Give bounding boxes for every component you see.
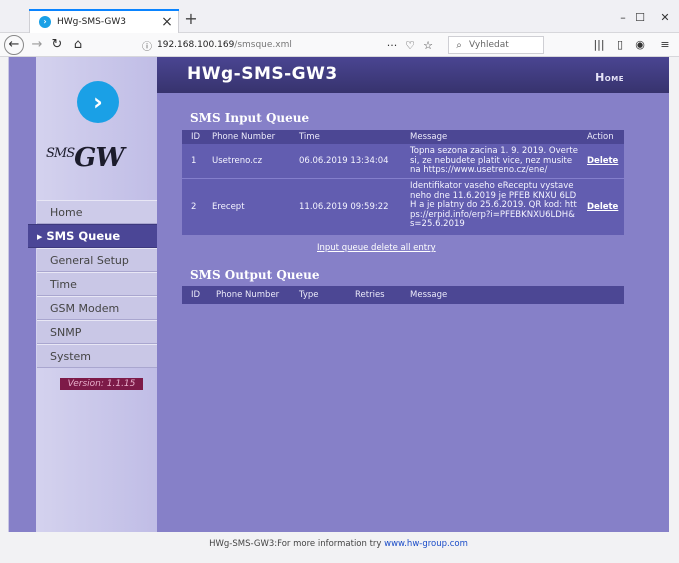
new-tab-button[interactable]: +	[181, 10, 201, 30]
sidebar-item-sms-queue[interactable]: ▶ SMS Queue	[28, 224, 157, 248]
forward-icon[interactable]: →	[27, 35, 47, 55]
table-header: ID Phone Number Type Retries Message	[182, 286, 624, 304]
account-icon[interactable]: ◉	[631, 36, 649, 54]
cell-time: 06.06.2019 13:34:04	[299, 156, 389, 166]
sidebar-item-time[interactable]: Time	[37, 272, 157, 296]
page-header: HWg-SMS-GW3 Home	[157, 57, 669, 93]
url-bar[interactable]: ⓘ 192.168.100.169/smsque.xml ··· ♡ ☆	[140, 35, 436, 55]
column-header: Time	[299, 132, 320, 142]
sidebar-item-label: System	[50, 350, 92, 363]
table-header: ID Phone Number Time Message Action	[182, 130, 624, 144]
column-header: Action	[587, 132, 614, 142]
sidebar-item-label: SNMP	[50, 326, 82, 339]
sidebar-item-gsm-modem[interactable]: GSM Modem	[37, 296, 157, 320]
input-queue-title: SMS Input Queue	[190, 111, 310, 125]
reload-icon[interactable]: ↻	[47, 35, 67, 55]
minimize-icon[interactable]: –	[615, 12, 631, 24]
url-text: 192.168.100.169/smsque.xml	[157, 40, 382, 50]
input-queue-table: ID Phone Number Time Message Action 1 Us…	[182, 130, 624, 235]
home-link[interactable]: Home	[595, 71, 624, 84]
hwg-logo-icon: ›	[77, 81, 119, 123]
search-placeholder: Vyhledat	[469, 40, 509, 50]
home-icon[interactable]: ⌂	[68, 35, 88, 55]
search-input[interactable]: ⌕ Vyhledat	[448, 36, 544, 54]
cell-time: 11.06.2019 09:59:22	[299, 202, 389, 212]
sidebar-item-general-setup[interactable]: General Setup	[37, 248, 157, 272]
footer-link[interactable]: www.hw-group.com	[384, 539, 468, 549]
url-path: /smsque.xml	[234, 40, 292, 50]
column-header: Message	[410, 132, 448, 142]
sidebar-item-snmp[interactable]: SNMP	[37, 320, 157, 344]
info-icon[interactable]: ⓘ	[140, 38, 154, 53]
browser-tab[interactable]: › HWg-SMS-GW3 ×	[29, 9, 179, 33]
sidebar-item-system[interactable]: System	[37, 344, 157, 368]
sidebar-menu: Home ▶ SMS Queue General Setup Time GSM M…	[28, 200, 157, 368]
sidebar-item-label: General Setup	[50, 254, 129, 267]
sidebar-icon[interactable]: ▯	[611, 36, 629, 54]
version-badge: Version: 1.1.15	[60, 378, 143, 390]
cell-id: 1	[191, 156, 197, 166]
column-header: ID	[191, 290, 201, 300]
column-header: Message	[410, 290, 448, 300]
sidebar-item-home[interactable]: Home	[37, 200, 157, 224]
sidebar-item-label: GSM Modem	[50, 302, 120, 315]
footer-text: HWg-SMS-GW3:For more information try	[209, 539, 385, 549]
tab-close-icon[interactable]: ×	[160, 14, 174, 30]
cell-message: Identifikator vaseho eReceptu vystaveneh…	[410, 181, 577, 229]
column-header: Phone Number	[212, 132, 276, 142]
favicon-icon: ›	[39, 15, 51, 28]
active-arrow-icon: ▶	[37, 233, 43, 241]
tab-accent	[29, 9, 179, 11]
column-header: Phone Number	[216, 290, 280, 300]
delete-link[interactable]: Delete	[587, 156, 618, 166]
maximize-icon[interactable]: ☐	[632, 12, 648, 24]
cell-id: 2	[191, 202, 197, 212]
library-icon[interactable]: |||	[590, 36, 608, 54]
pocket-icon[interactable]: ♡	[402, 39, 418, 52]
more-actions-icon[interactable]: ···	[384, 39, 400, 52]
browser-tab-bar: › HWg-SMS-GW3 × + – ☐ ✕	[0, 0, 679, 33]
cell-message: Topna sezona zacina 1. 9. 2019. Overte s…	[410, 146, 578, 175]
footer: HWg-SMS-GW3:For more information try www…	[8, 532, 669, 563]
browser-nav-bar: ← → ↻ ⌂ ⓘ 192.168.100.169/smsque.xml ···…	[0, 33, 679, 57]
output-queue-table: ID Phone Number Type Retries Message	[182, 286, 624, 304]
bookmark-star-icon[interactable]: ☆	[420, 39, 436, 52]
column-header: Retries	[355, 290, 385, 300]
table-row: 2 Erecept 11.06.2019 09:59:22 Identifika…	[182, 178, 624, 235]
sidebar-item-label: Time	[50, 278, 77, 291]
close-window-icon[interactable]: ✕	[657, 12, 673, 24]
menu-icon[interactable]: ≡	[656, 36, 674, 54]
tab-title: HWg-SMS-GW3	[57, 16, 126, 27]
column-header: Type	[299, 290, 319, 300]
sidebar-item-label: SMS Queue	[46, 229, 121, 243]
cell-phone: Usetreno.cz	[212, 156, 263, 166]
table-row: 1 Usetreno.cz 06.06.2019 13:34:04 Topna …	[182, 144, 624, 178]
output-queue-title: SMS Output Queue	[190, 268, 320, 282]
sidebar-item-label: Home	[50, 206, 83, 219]
cell-phone: Erecept	[212, 202, 245, 212]
back-icon[interactable]: ←	[4, 35, 24, 55]
url-host: 192.168.100.169	[157, 40, 235, 50]
delete-link[interactable]: Delete	[587, 202, 618, 212]
column-header: ID	[191, 132, 201, 142]
sms-gw-logo: SMSGW	[46, 143, 125, 173]
page-title: HWg-SMS-GW3	[187, 64, 338, 84]
delete-all-link[interactable]: Input queue delete all entry	[317, 243, 436, 253]
search-icon: ⌕	[456, 39, 462, 51]
